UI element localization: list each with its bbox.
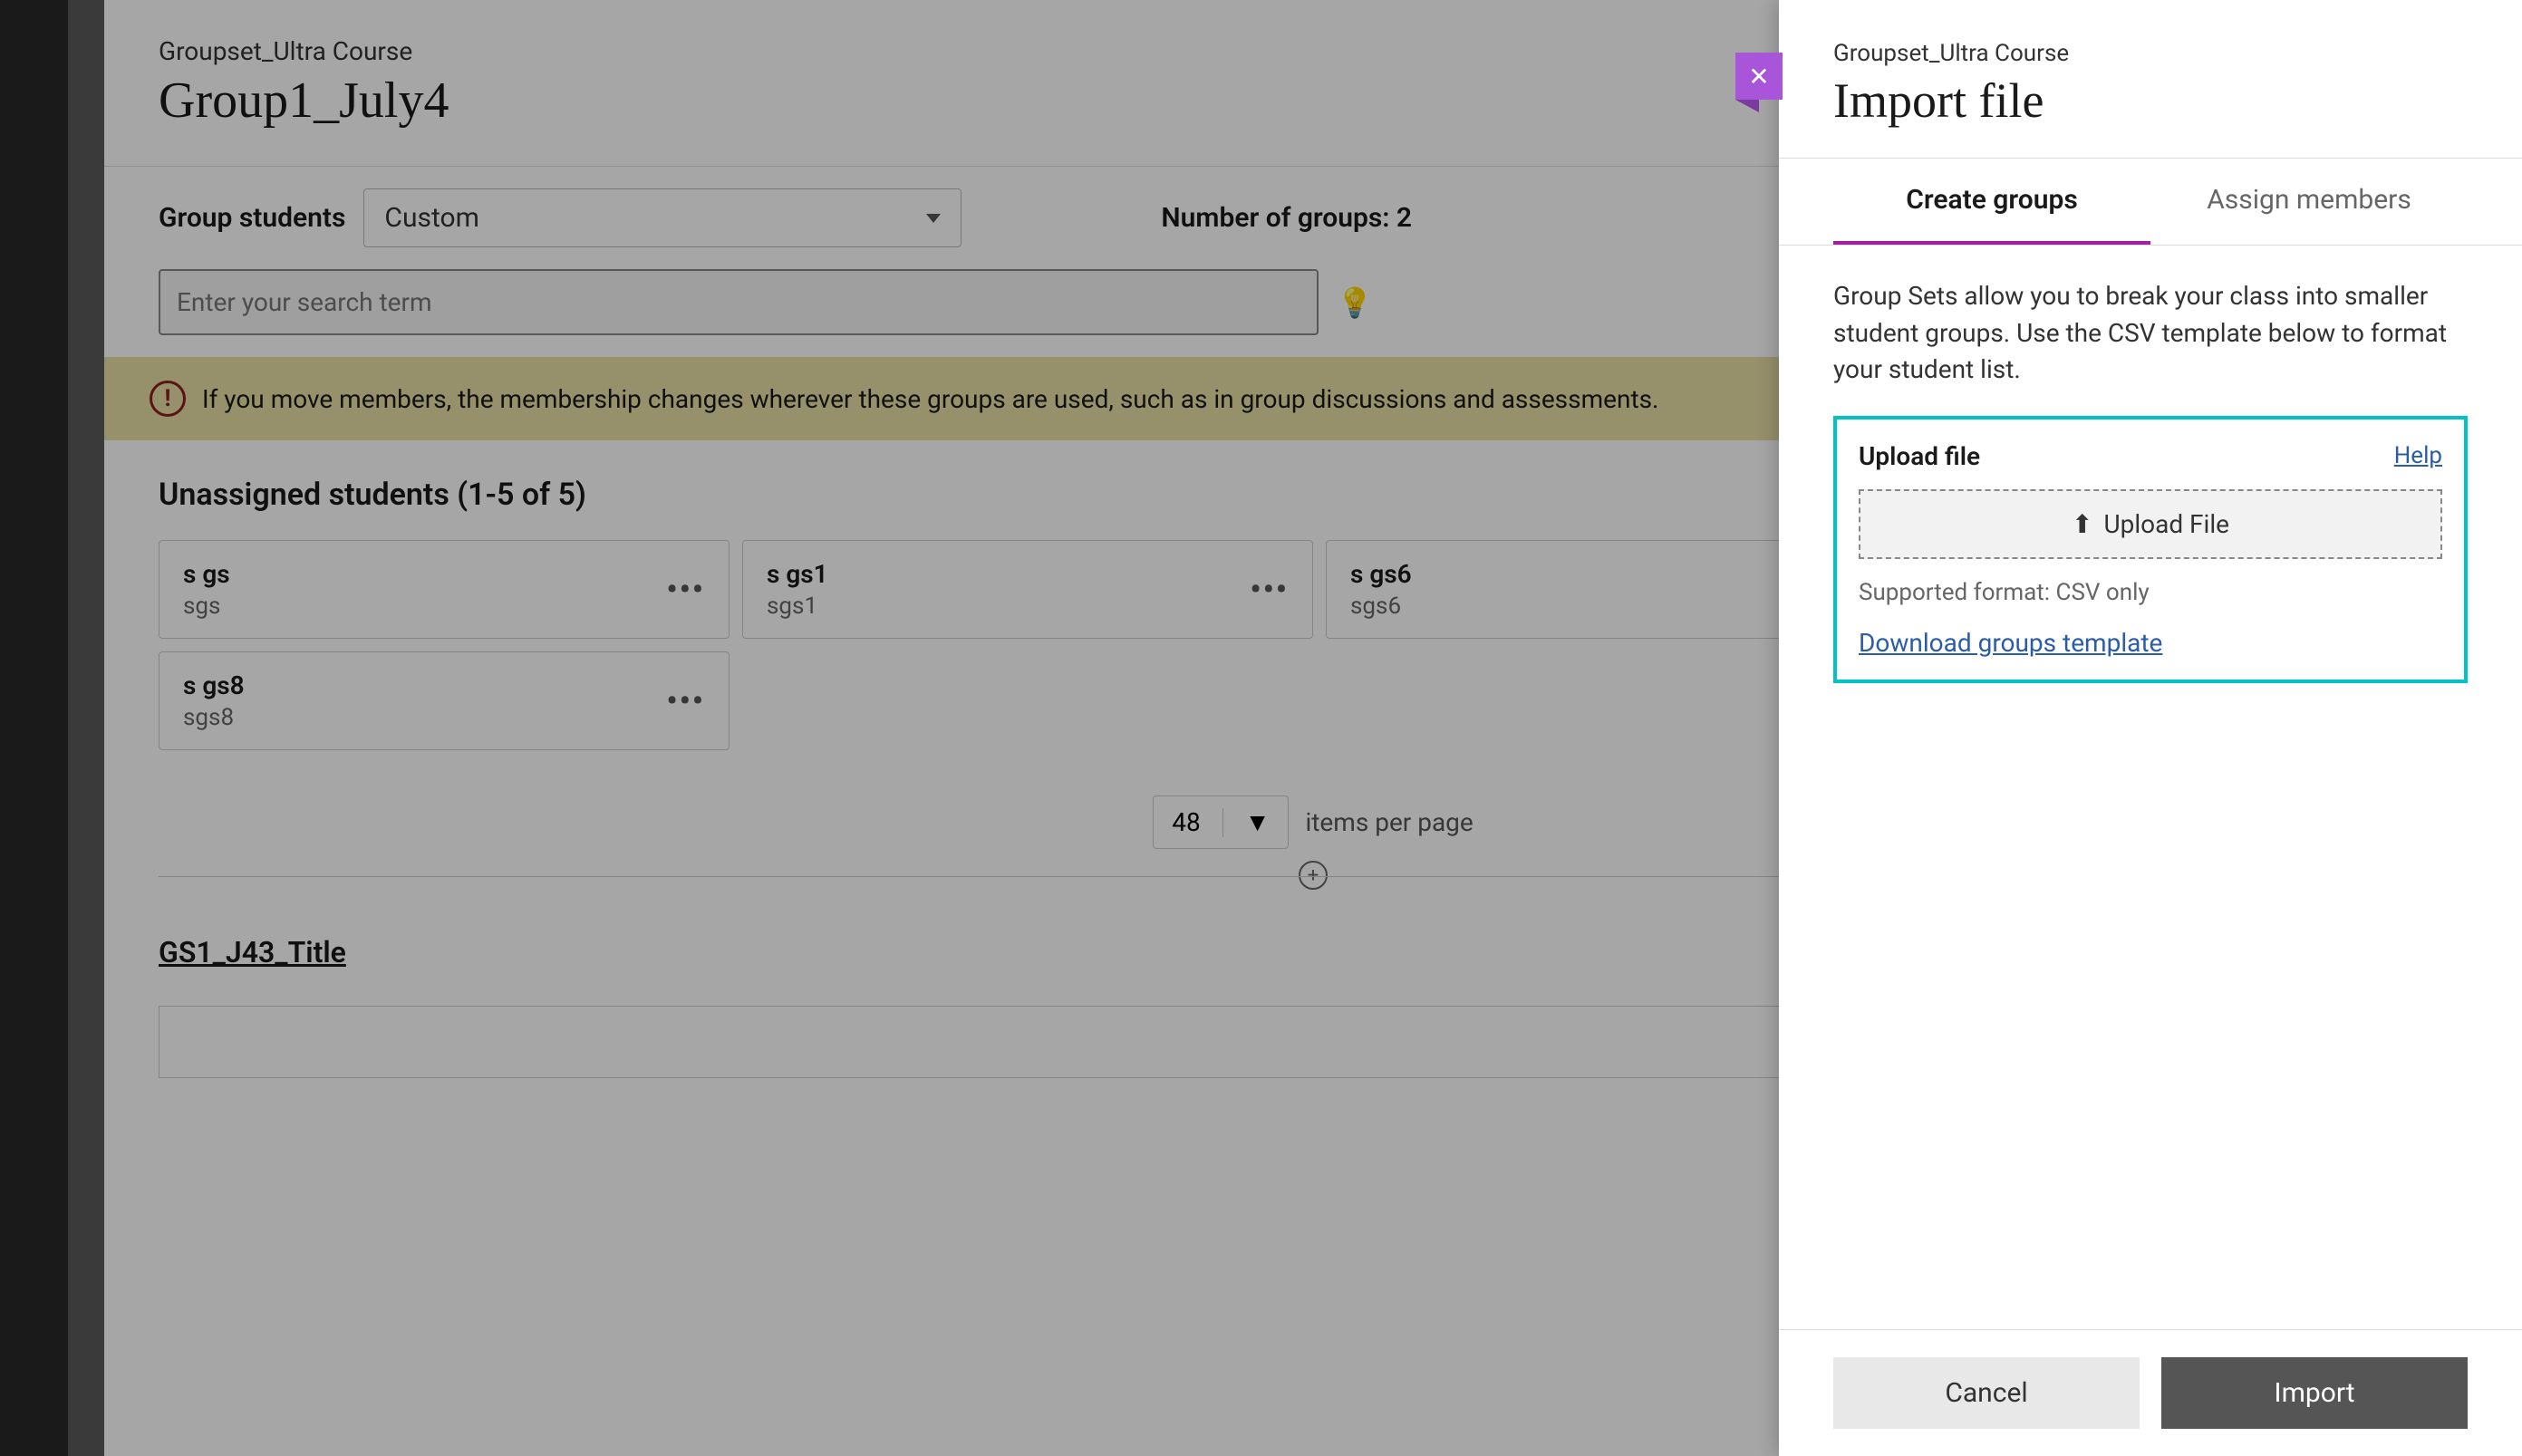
help-link[interactable]: Help (2394, 442, 2442, 469)
items-per-page-value: 48 (1172, 807, 1200, 837)
student-name: s gs6 (1350, 559, 1412, 589)
drawer-body: Group Sets allow you to break your class… (1779, 246, 2522, 1329)
drawer-title: Import file (1833, 72, 2468, 129)
second-nav-layer (68, 0, 104, 1456)
upload-icon: ⬆ (2072, 509, 2092, 539)
more-icon[interactable]: ••• (666, 683, 705, 719)
upload-header: Upload file Help (1859, 441, 2442, 471)
student-card[interactable]: s gs1 sgs1 ••• (742, 540, 1313, 639)
upload-section: Upload file Help ⬆ Upload File Supported… (1833, 416, 2468, 683)
drawer-footer: Cancel Import (1779, 1329, 2522, 1456)
cancel-button[interactable]: Cancel (1833, 1357, 2140, 1429)
student-name: s gs8 (183, 670, 245, 700)
student-username: sgs (183, 593, 230, 620)
drawer-header: Groupset_Ultra Course Import file (1779, 0, 2522, 159)
download-template-link[interactable]: Download groups template (1859, 628, 2162, 658)
upload-file-text: Upload File (2103, 509, 2229, 539)
import-file-drawer: ✕ Groupset_Ultra Course Import file Crea… (1779, 0, 2522, 1456)
supported-format-text: Supported format: CSV only (1859, 579, 2442, 606)
upload-file-label: Upload file (1859, 441, 1980, 471)
tabs-row: Create groups Assign members (1779, 159, 2522, 246)
chevron-down-icon (926, 214, 941, 223)
more-icon[interactable]: ••• (1250, 572, 1289, 608)
number-of-groups-label: Number of groups: 2 (1161, 202, 1412, 234)
close-button[interactable]: ✕ (1735, 53, 1783, 100)
divider (1222, 808, 1223, 837)
group-students-value: Custom (384, 202, 479, 234)
student-card[interactable]: s gs sgs ••• (159, 540, 730, 639)
tab-assign-members[interactable]: Assign members (2150, 159, 2468, 245)
import-button[interactable]: Import (2161, 1357, 2468, 1429)
student-name: s gs (183, 559, 230, 589)
student-card[interactable]: s gs8 sgs8 ••• (159, 651, 730, 750)
lightbulb-icon[interactable]: 💡 (1337, 285, 1373, 320)
items-per-page-select[interactable]: 48 ▼ (1153, 795, 1289, 849)
student-username: sgs6 (1350, 593, 1412, 620)
warning-text: If you move members, the membership chan… (202, 384, 1658, 414)
student-username: sgs8 (183, 704, 245, 731)
description-text: Group Sets allow you to break your class… (1833, 278, 2468, 389)
tab-create-groups[interactable]: Create groups (1833, 159, 2150, 245)
more-icon[interactable]: ••• (666, 572, 705, 608)
search-input[interactable] (159, 269, 1319, 335)
items-per-page-label: items per page (1305, 807, 1473, 837)
group-students-select[interactable]: Custom (363, 188, 961, 247)
warning-icon: ! (150, 381, 186, 417)
left-nav-bar (0, 0, 68, 1456)
add-group-icon[interactable]: + (1299, 861, 1328, 890)
drawer-breadcrumb: Groupset_Ultra Course (1833, 40, 2468, 67)
group-students-label: Group students (159, 202, 345, 234)
student-name: s gs1 (767, 559, 828, 589)
student-username: sgs1 (767, 593, 828, 620)
close-icon: ✕ (1748, 62, 1769, 92)
upload-file-button[interactable]: ⬆ Upload File (1859, 489, 2442, 559)
chevron-down-icon: ▼ (1245, 807, 1271, 837)
